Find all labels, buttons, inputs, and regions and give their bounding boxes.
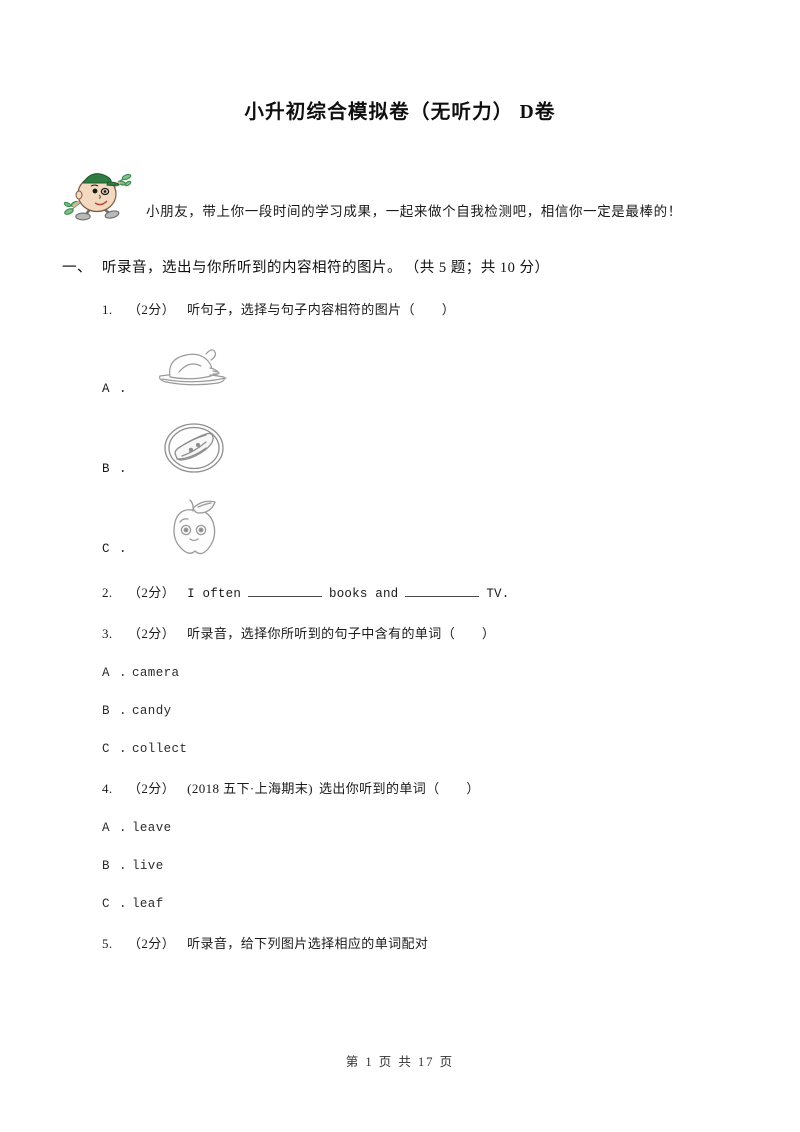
- question-4-source-tag: (2018 五下·上海期末): [187, 781, 313, 796]
- question-3-prompt: 3. （2分） 听录音，选择你所听到的句子中含有的单词（ ）: [102, 623, 738, 642]
- question-1-options: A . B . C .: [102, 324, 738, 560]
- question-5-text: 听录音，给下列图片选择相应的单词配对: [187, 936, 429, 951]
- question-3-option-b[interactable]: B . candy: [102, 704, 738, 718]
- option-letter: B .: [102, 859, 128, 873]
- option-letter: C .: [102, 742, 128, 756]
- question-2-prompt: 2. （2分） I often books and TV.: [102, 582, 738, 601]
- option-letter: B .: [102, 462, 128, 476]
- question-4-option-b[interactable]: B . live: [102, 859, 738, 873]
- question-4-option-c[interactable]: C . leaf: [102, 897, 738, 911]
- question-2-index: 2.: [102, 585, 113, 600]
- question-1-text: 听句子，选择与句子内容相符的图片（ ）: [187, 302, 456, 317]
- question-4-points: （2分）: [128, 781, 176, 796]
- question-4-options: A . leave B . live C . leaf: [102, 821, 738, 911]
- question-3-points: （2分）: [128, 626, 176, 641]
- question-2-text-middle: books and: [329, 587, 399, 601]
- question-2-points: （2分）: [128, 585, 176, 600]
- question-1-prompt: 1. （2分） 听句子，选择与句子内容相符的图片（ ）: [102, 299, 738, 318]
- option-label: leave: [132, 821, 172, 835]
- question-3-options: A . camera B . candy C . collect: [102, 666, 738, 756]
- cartoon-apple-with-face-image: [146, 494, 242, 560]
- option-letter: B .: [102, 704, 128, 718]
- answer-blank-2[interactable]: [405, 586, 480, 597]
- option-label: camera: [132, 666, 180, 680]
- option-label: candy: [132, 704, 172, 718]
- question-1-option-c[interactable]: C .: [102, 484, 738, 560]
- question-5: 5. （2分） 听录音，给下列图片选择相应的单词配对: [62, 933, 738, 952]
- section-heading: 一、 听录音，选出与你所听到的内容相符的图片。 （共 5 题；共 10 分）: [62, 256, 738, 277]
- page-footer: 第 1 页 共 17 页: [345, 1055, 455, 1069]
- question-1: 1. （2分） 听句子，选择与句子内容相符的图片（ ） A . B . C .: [62, 299, 738, 560]
- question-3-option-c[interactable]: C . collect: [102, 742, 738, 756]
- question-1-points: （2分）: [128, 302, 176, 317]
- cartoon-boy-with-green-cap-icon: [62, 166, 134, 222]
- intro-text: 小朋友，带上你一段时间的学习成果，一起来做个自我检测吧，相信你一定是最棒的！: [146, 204, 682, 219]
- question-2-text-after: TV.: [486, 587, 510, 601]
- section-title: 听录音，选出与你所听到的内容相符的图片。: [102, 260, 402, 276]
- question-1-option-b[interactable]: B .: [102, 404, 738, 480]
- question-2-text-before: I often: [187, 587, 242, 601]
- document-page: 小升初综合模拟卷（无听力） D卷 小朋友，带上你一段时间的学习成果，一起来做个自…: [0, 0, 800, 1132]
- option-letter: C .: [102, 542, 128, 556]
- question-4-option-a[interactable]: A . leave: [102, 821, 738, 835]
- section-score: （共 5 题；共 10 分）: [412, 260, 550, 276]
- question-3-text: 听录音，选择你所听到的句子中含有的单词（ ）: [187, 626, 496, 641]
- option-letter: A .: [102, 821, 128, 835]
- option-label: live: [132, 859, 164, 873]
- section-number: 一、: [62, 260, 92, 276]
- question-4-text: 选出你听到的单词（ ）: [318, 781, 480, 796]
- question-2: 2. （2分） I often books and TV.: [62, 582, 738, 601]
- question-5-index: 5.: [102, 936, 113, 951]
- question-3: 3. （2分） 听录音，选择你所听到的句子中含有的单词（ ） A . camer…: [62, 623, 738, 756]
- question-5-prompt: 5. （2分） 听录音，给下列图片选择相应的单词配对: [102, 933, 738, 952]
- question-4-index: 4.: [102, 781, 113, 796]
- answer-blank-1[interactable]: [248, 586, 323, 597]
- intro-banner: 小朋友，带上你一段时间的学习成果，一起来做个自我检测吧，相信你一定是最棒的！: [62, 166, 738, 222]
- question-4-prompt: 4. （2分） (2018 五下·上海期末) 选出你听到的单词（ ）: [102, 778, 738, 797]
- question-4: 4. （2分） (2018 五下·上海期末) 选出你听到的单词（ ） A . l…: [62, 778, 738, 911]
- question-1-index: 1.: [102, 302, 113, 317]
- option-label: leaf: [132, 897, 164, 911]
- option-letter: A .: [102, 666, 128, 680]
- option-letter: A .: [102, 382, 128, 396]
- question-3-option-a[interactable]: A . camera: [102, 666, 738, 680]
- roast-turkey-on-plate-image: [146, 334, 242, 400]
- option-letter: C .: [102, 897, 128, 911]
- question-1-option-a[interactable]: A .: [102, 324, 738, 400]
- question-3-index: 3.: [102, 626, 113, 641]
- cake-slice-on-plate-image: [146, 414, 242, 480]
- question-5-points: （2分）: [128, 936, 176, 951]
- page-title: 小升初综合模拟卷（无听力） D卷: [244, 102, 556, 123]
- option-label: collect: [132, 742, 188, 756]
